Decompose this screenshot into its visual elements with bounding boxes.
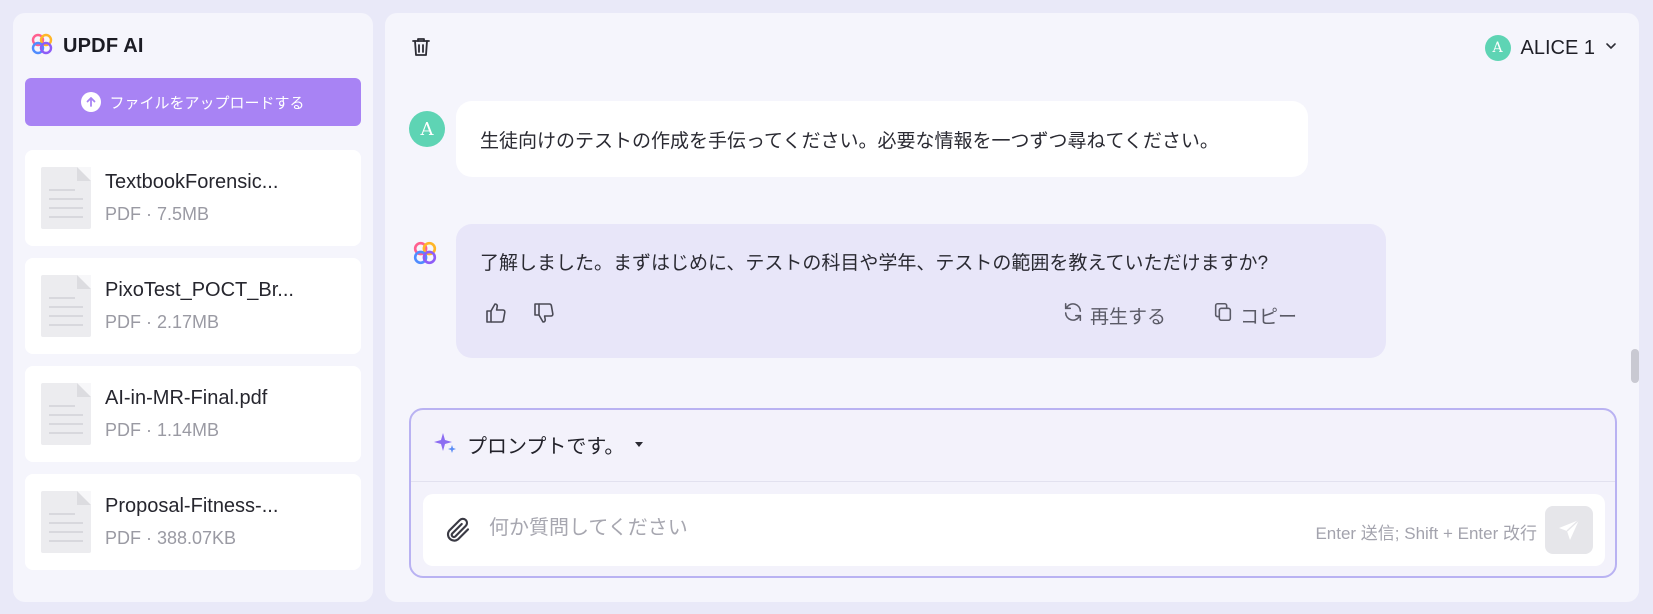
file-meta: PDF · 1.14MB — [105, 420, 220, 440]
upload-arrow-icon — [81, 92, 102, 112]
file-meta: PDF · 7.5MB — [105, 204, 210, 224]
chevron-down-icon — [1605, 39, 1617, 57]
caret-down-icon — [634, 436, 644, 454]
composer: プロンプトです。 Enter 送信; Shift + Enter 改行 — [409, 408, 1617, 578]
avatar: A — [1484, 35, 1511, 61]
sidebar: UPDF AI ファイルをアップロードする TextbookForensic..… — [13, 13, 373, 602]
updf-logo-icon — [413, 241, 437, 270]
ai-message-bubble: 了解しました。まずはじめに、テストの科目や学年、テストの範囲を教えていただけます… — [456, 224, 1386, 358]
upload-file-button[interactable]: ファイルをアップロードする — [25, 78, 361, 126]
pdf-file-icon — [41, 491, 91, 553]
regenerate-label: 再生する — [1090, 306, 1167, 328]
thumbs-down-icon[interactable] — [532, 301, 556, 325]
file-name: AI-in-MR-Final.pdf — [105, 387, 268, 409]
pdf-file-icon — [41, 383, 91, 445]
file-name: TextbookForensic... — [105, 171, 279, 193]
avatar: A — [409, 111, 445, 147]
paperclip-icon[interactable] — [443, 514, 473, 551]
prompt-selector[interactable]: プロンプトです。 — [433, 430, 644, 459]
input-area: Enter 送信; Shift + Enter 改行 — [423, 494, 1605, 566]
sparkle-icon — [433, 430, 457, 459]
copy-label: コピー — [1240, 306, 1298, 328]
scrollbar[interactable] — [1631, 349, 1639, 383]
input-hint: Enter 送信; Shift + Enter 改行 — [1315, 524, 1537, 543]
brand-name: UPDF AI — [63, 35, 144, 57]
user-message-bubble: 生徒向けのテストの作成を手伝ってください。必要な情報を一つずつ尋ねてください。 — [456, 101, 1308, 177]
pdf-file-icon — [41, 167, 91, 229]
file-item[interactable]: AI-in-MR-Final.pdf PDF · 1.14MB — [25, 366, 361, 462]
prompt-label: プロンプトです。 — [467, 436, 625, 458]
file-item[interactable]: TextbookForensic... PDF · 7.5MB — [25, 150, 361, 246]
regenerate-icon — [1062, 301, 1084, 329]
thumbs-up-icon[interactable] — [484, 301, 508, 325]
file-list: TextbookForensic... PDF · 7.5MB PixoTest… — [25, 150, 361, 582]
send-icon[interactable] — [1545, 506, 1593, 554]
file-name: PixoTest_POCT_Br... — [105, 279, 294, 301]
user-menu[interactable]: A ALICE 1 — [1484, 35, 1617, 61]
copy-button[interactable]: コピー — [1212, 301, 1297, 329]
copy-icon — [1212, 301, 1234, 329]
file-meta: PDF · 2.17MB — [105, 312, 220, 332]
file-meta: PDF · 388.07KB — [105, 528, 237, 548]
upload-button-label: ファイルをアップロードする — [109, 94, 305, 112]
chat-input[interactable] — [489, 508, 1209, 548]
file-item[interactable]: Proposal-Fitness-... PDF · 388.07KB — [25, 474, 361, 570]
file-name: Proposal-Fitness-... — [105, 495, 279, 517]
user-name: ALICE 1 — [1520, 36, 1595, 59]
user-message-text: 生徒向けのテストの作成を手伝ってください。必要な情報を一つずつ尋ねてください。 — [480, 130, 1219, 152]
regenerate-button[interactable]: 再生する — [1062, 301, 1166, 329]
divider — [411, 481, 1615, 482]
message-actions: 再生する コピー — [456, 301, 1386, 331]
trash-icon[interactable] — [409, 35, 433, 64]
file-item[interactable]: PixoTest_POCT_Br... PDF · 2.17MB — [25, 258, 361, 354]
pdf-file-icon — [41, 275, 91, 337]
brand: UPDF AI — [31, 33, 144, 60]
chat-panel: A ALICE 1 A 生徒向けのテストの作成を手伝ってください。必要な情報を一… — [385, 13, 1639, 602]
updf-logo-icon — [31, 33, 53, 60]
ai-message-text: 了解しました。まずはじめに、テストの科目や学年、テストの範囲を教えていただけます… — [480, 253, 1269, 274]
